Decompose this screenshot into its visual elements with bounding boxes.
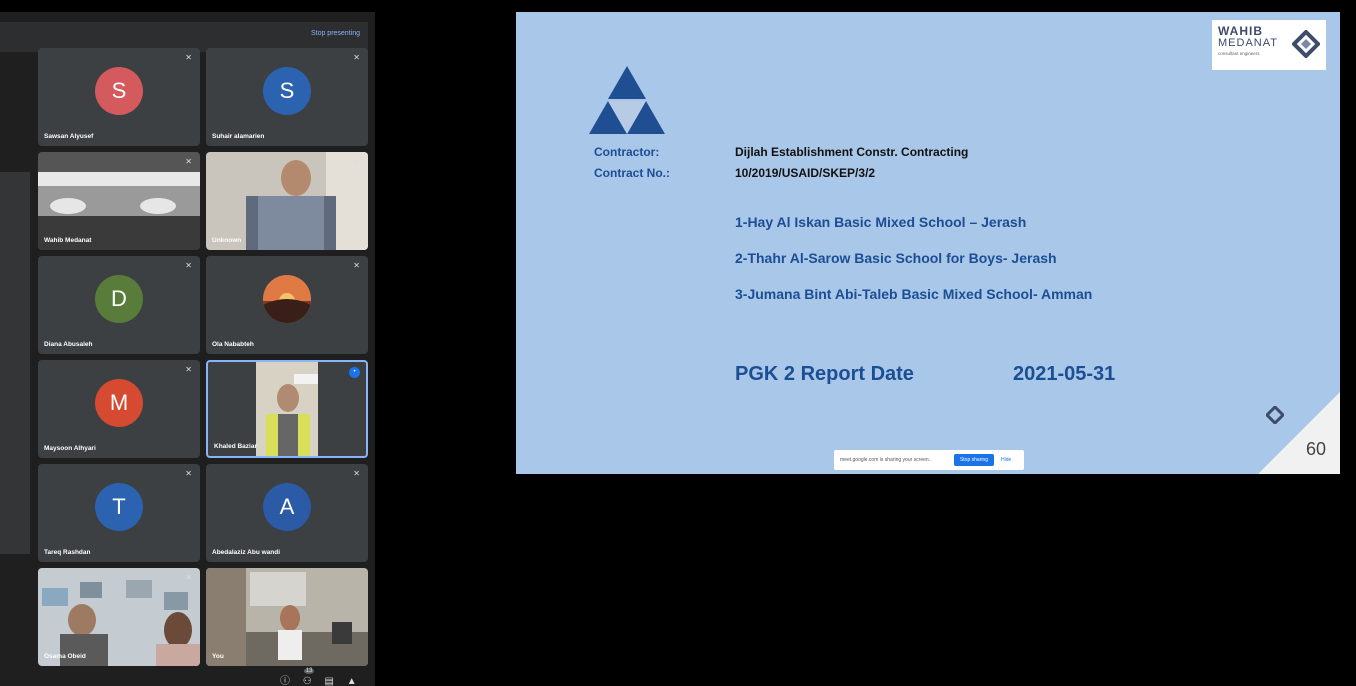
avatar: M bbox=[95, 379, 143, 427]
video-feed bbox=[206, 152, 368, 250]
school-item: 2-Thahr Al-Sarow Basic School for Boys- … bbox=[735, 250, 1057, 266]
avatar: A bbox=[263, 483, 311, 531]
participant-name: Osama Obeid bbox=[44, 653, 86, 660]
participant-tile[interactable]: ✕ Osama Obeid bbox=[38, 568, 200, 666]
stop-sharing-button[interactable]: Stop sharing bbox=[954, 454, 994, 466]
contractor-value: Dijlah Establishment Constr. Contracting bbox=[735, 145, 969, 159]
page-corner bbox=[1258, 392, 1340, 474]
school-item: 1-Hay Al Iskan Basic Mixed School – Jera… bbox=[735, 214, 1027, 230]
participant-name: Suhair alamarien bbox=[212, 133, 265, 140]
participant-name: Wahib Medanat bbox=[44, 237, 92, 244]
participant-tile[interactable]: ✕ A Abedalaziz Abu wandi bbox=[206, 464, 368, 562]
diamond-mark-icon bbox=[1266, 406, 1284, 424]
hide-button[interactable]: Hide bbox=[1001, 457, 1011, 463]
mic-off-icon: ✕ bbox=[353, 261, 360, 270]
participant-tile[interactable]: ✕ Wahib Medanat bbox=[38, 152, 200, 250]
info-icon[interactable]: ⓘ bbox=[280, 672, 290, 686]
video-feed bbox=[38, 152, 200, 250]
participant-name: You bbox=[212, 653, 224, 660]
diamond-logo-icon bbox=[1292, 30, 1320, 58]
participant-tile[interactable]: ✕ M Maysoon Alhyari bbox=[38, 360, 200, 458]
contract-no-label: Contract No.: bbox=[594, 166, 670, 180]
participant-name: Maysoon Alhyari bbox=[44, 445, 96, 452]
page-number: 60 bbox=[1305, 439, 1326, 459]
contractor-label: Contractor: bbox=[594, 145, 660, 159]
participant-tile[interactable]: ✕ D Diana Abusaleh bbox=[38, 256, 200, 354]
mic-off-icon: ✕ bbox=[353, 53, 360, 62]
speaking-icon: • bbox=[349, 367, 360, 378]
participant-count: 13 bbox=[303, 668, 315, 674]
contractor-logo-icon bbox=[589, 66, 665, 134]
people-icon[interactable]: 13 ⚇ bbox=[303, 668, 315, 686]
participant-name: Ola Nababteh bbox=[212, 341, 254, 348]
company-logo: WAHIB MEDANAT consultant engineers bbox=[1212, 20, 1326, 70]
participant-tile-active[interactable]: • Khaled Baziar bbox=[206, 360, 368, 458]
report-label: PGK 2 Report Date bbox=[735, 363, 914, 385]
video-feed bbox=[38, 568, 200, 666]
avatar: S bbox=[263, 67, 311, 115]
video-feed bbox=[206, 568, 368, 666]
mic-off-icon: ✕ bbox=[353, 157, 360, 166]
screen-share-bar: meet.google.com is sharing your screen. … bbox=[834, 450, 1024, 470]
meeting-controls: ⓘ 13 ⚇ ▤ ▲ bbox=[280, 668, 370, 686]
contract-no-value: 10/2019/USAID/SKEP/3/2 bbox=[735, 166, 876, 180]
avatar: S bbox=[95, 67, 143, 115]
mic-off-icon: ✕ bbox=[185, 573, 192, 582]
logo-text: MEDANAT bbox=[1218, 37, 1278, 49]
participants-panel: Stop presenting ✕ S Sawsan Alyusef ✕ S S… bbox=[0, 12, 375, 686]
shared-slide: WAHIB MEDANAT consultant engineers Contr… bbox=[516, 12, 1340, 474]
report-date: 2021-05-31 bbox=[1013, 363, 1116, 385]
participant-name: Khaled Baziar bbox=[214, 443, 257, 450]
mic-off-icon: ✕ bbox=[185, 261, 192, 270]
logo-subtext: consultant engineers bbox=[1218, 51, 1260, 56]
participant-name: Unknown bbox=[212, 237, 242, 244]
participant-name: Tareq Rashdan bbox=[44, 549, 91, 556]
mic-off-icon: ✕ bbox=[185, 157, 192, 166]
participant-tile[interactable]: ✕ T Tareq Rashdan bbox=[38, 464, 200, 562]
activities-icon[interactable]: ▲ bbox=[347, 676, 357, 686]
participant-tile[interactable]: ✕ S Suhair alamarien bbox=[206, 48, 368, 146]
logo-text: WAHIB bbox=[1218, 24, 1263, 38]
participant-name: Sawsan Alyusef bbox=[44, 133, 94, 140]
avatar bbox=[263, 275, 311, 323]
stop-presenting-button[interactable]: Stop presenting bbox=[311, 30, 360, 37]
school-item: 3-Jumana Bint Abi-Taleb Basic Mixed Scho… bbox=[735, 286, 1093, 302]
chat-icon[interactable]: ▤ bbox=[325, 676, 334, 686]
participant-tile-self[interactable]: You bbox=[206, 568, 368, 666]
participant-tile[interactable]: ✕ Ola Nababteh bbox=[206, 256, 368, 354]
participant-tile[interactable]: ✕ S Sawsan Alyusef bbox=[38, 48, 200, 146]
avatar: T bbox=[95, 483, 143, 531]
side-strip bbox=[0, 172, 30, 554]
mic-off-icon: ✕ bbox=[185, 365, 192, 374]
participant-tile[interactable]: ✕ Unknown bbox=[206, 152, 368, 250]
mic-off-icon: ✕ bbox=[185, 53, 192, 62]
video-feed bbox=[256, 362, 318, 456]
participant-name: Abedalaziz Abu wandi bbox=[212, 549, 281, 556]
avatar: D bbox=[95, 275, 143, 323]
mic-off-icon: ✕ bbox=[353, 469, 360, 478]
share-status-text: meet.google.com is sharing your screen. bbox=[840, 457, 931, 463]
mic-off-icon: ✕ bbox=[185, 469, 192, 478]
participant-name: Diana Abusaleh bbox=[44, 341, 93, 348]
